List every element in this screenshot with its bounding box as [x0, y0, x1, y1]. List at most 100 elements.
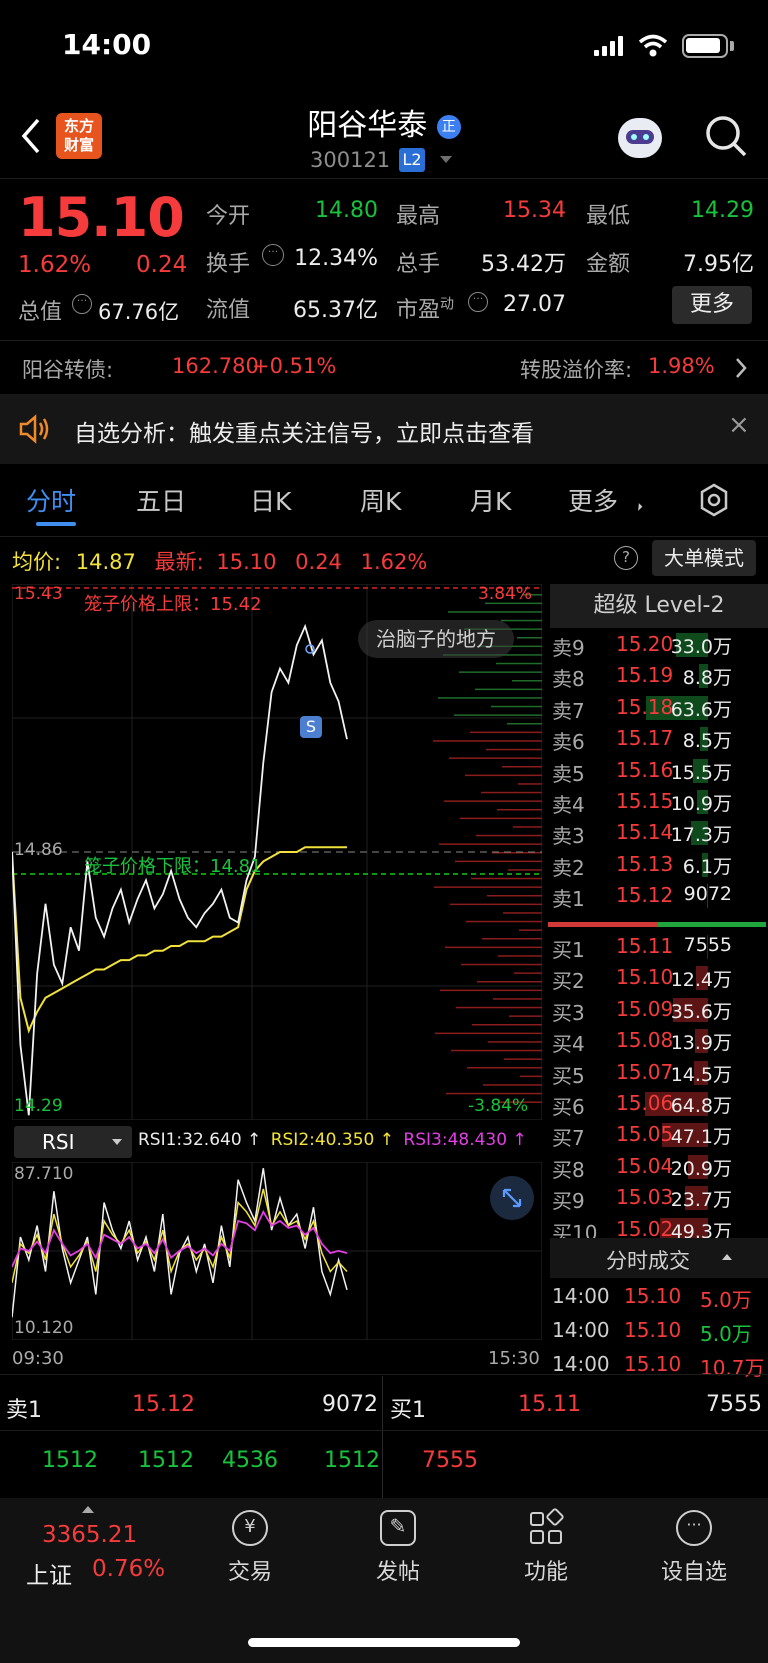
expand-icon[interactable]	[490, 1176, 534, 1220]
depth-bar	[471, 877, 542, 880]
help-icon[interactable]: ?	[614, 546, 638, 570]
level-volume: 10.9万	[670, 793, 732, 815]
stock-code: 300121	[310, 148, 391, 172]
low-label: 最低	[586, 204, 631, 229]
nav-post[interactable]: ✎ 发帖	[338, 1510, 458, 1586]
ask-row-5[interactable]: 卖5 15.16 15.5万	[550, 754, 768, 786]
depth-bar	[448, 611, 542, 613]
info-dots-icon[interactable]: ···	[468, 292, 488, 312]
search-icon[interactable]	[704, 114, 748, 158]
rsi-y-bottom: 10.120	[14, 1318, 74, 1338]
open-value: 14.80	[315, 198, 378, 223]
bond-price: 162.780	[172, 354, 259, 378]
ask-row-8[interactable]: 卖2 15.13 6.1万	[550, 848, 768, 880]
depth-bar	[434, 886, 542, 888]
depth-bar	[519, 929, 542, 931]
mktcap-value: 67.76亿	[98, 300, 180, 324]
bid-row-5[interactable]: 买5 15.07 14.5万	[550, 1056, 768, 1088]
tab-weekly-k[interactable]: 周K	[360, 482, 401, 518]
tick-volume: 5.0万	[700, 1322, 752, 1346]
float-label: 流值	[206, 298, 251, 323]
level-volume: 23.7万	[670, 1189, 732, 1212]
bid-row-3[interactable]: 买3 15.09 35.6万	[550, 993, 768, 1025]
rsi-chart[interactable]	[12, 1162, 542, 1340]
level-volume: 8.8万	[682, 667, 732, 690]
depth-bar	[507, 723, 542, 725]
signal-s-badge[interactable]: S	[300, 716, 322, 738]
rsi-selector[interactable]: RSI	[14, 1126, 132, 1158]
ask-row-3[interactable]: 卖7 15.18 63.6万	[550, 691, 768, 723]
tab-five-day[interactable]: 五日	[136, 482, 186, 518]
buy-order-1: 7555	[422, 1448, 478, 1473]
turnover-value: 12.34%	[294, 246, 378, 271]
level-volume: 64.8万	[670, 1095, 732, 1117]
amount-value: 7.95亿	[683, 252, 754, 277]
tick-time: 14:00	[552, 1352, 610, 1376]
bid-row-8[interactable]: 买8 15.04 20.9万	[550, 1150, 768, 1182]
close-icon[interactable]: ×	[728, 410, 750, 440]
tick-volume: 5.0万	[700, 1288, 752, 1312]
depth-bar	[487, 895, 542, 897]
ask-row-9[interactable]: 卖1 15.12 9072	[550, 879, 768, 911]
bid-row-1[interactable]: 买1 15.11 7555	[550, 930, 768, 962]
depth-bar	[472, 1024, 542, 1026]
edit-post-icon: ✎	[380, 1510, 416, 1546]
index-ticker[interactable]: 3365.21 上证 0.76%	[0, 1504, 176, 1589]
bond-label: 阳谷转债:	[22, 358, 114, 382]
ask-row-6[interactable]: 卖4 15.15 10.9万	[550, 785, 768, 817]
chevron-down-icon[interactable]	[440, 156, 452, 163]
depth-bar	[508, 869, 542, 871]
depth-bar	[459, 671, 542, 673]
tab-more[interactable]: 更多	[568, 482, 618, 518]
depth-bar	[456, 1006, 542, 1009]
depth-bar	[488, 1041, 542, 1043]
ticks-title-bar[interactable]: 分时成交	[550, 1238, 768, 1278]
queue-sell-price: 15.12	[132, 1392, 195, 1417]
info-dots-icon[interactable]: ···	[262, 244, 284, 266]
ask-row-7[interactable]: 卖3 15.14 17.3万	[550, 816, 768, 848]
bid-row-4[interactable]: 买4 15.08 13.9万	[550, 1024, 768, 1056]
notice-bar[interactable]: 自选分析：触发重点关注信号，立即点击查看 ×	[0, 394, 768, 464]
gear-icon[interactable]	[696, 482, 732, 518]
nav-trade[interactable]: ¥ 交易	[190, 1510, 310, 1586]
tab-monthly-k[interactable]: 月K	[470, 482, 511, 518]
lower-limit-label: 笼子价格下限：14.81	[84, 856, 262, 877]
depth-bar	[454, 714, 542, 716]
ask-row-2[interactable]: 卖8 15.19 8.8万	[550, 659, 768, 691]
nav-functions[interactable]: 功能	[486, 1507, 606, 1586]
speaker-icon	[19, 414, 49, 444]
nav-add-watchlist[interactable]: ··· 设自选	[634, 1510, 754, 1586]
level-volume: 63.6万	[670, 698, 732, 721]
status-time: 14:00	[62, 28, 152, 61]
level-volume: 7555	[683, 934, 732, 956]
level-volume: 17.3万	[670, 824, 732, 847]
level-label: 买7	[552, 1126, 585, 1151]
overlay-label[interactable]: 治脑子的地方	[358, 620, 514, 658]
tick-volume: 10.7万	[700, 1356, 765, 1380]
tab-intraday[interactable]: 分时	[26, 482, 76, 518]
level-label: 买8	[552, 1157, 585, 1182]
premium-label: 转股溢价率:	[520, 358, 633, 382]
depth-bar	[446, 1092, 542, 1095]
ask-row-4[interactable]: 卖6 15.17 8.5万	[550, 722, 768, 754]
orderbook-title[interactable]: 超级 Level-2	[550, 584, 768, 628]
robot-assistant-icon[interactable]	[618, 118, 662, 158]
chevron-up-icon	[82, 1506, 94, 1513]
large-order-mode-button[interactable]: 大单模式	[652, 540, 756, 576]
verified-tag-icon: 正	[436, 115, 461, 139]
tick-price: 15.10	[624, 1318, 682, 1342]
tab-daily-k[interactable]: 日K	[250, 482, 291, 518]
depth-bar	[465, 774, 542, 777]
bid-row-7[interactable]: 买7 15.05 47.1万	[550, 1118, 768, 1151]
amount-label: 金额	[586, 252, 631, 277]
ask-row-1[interactable]: 卖9 15.20 33.0万	[550, 628, 768, 660]
bid-row-9[interactable]: 买9 15.03 23.7万	[550, 1181, 768, 1213]
depth-bar	[461, 963, 542, 966]
info-dots-icon[interactable]: ···	[72, 294, 92, 314]
bid-row-2[interactable]: 买2 15.10 12.4万	[550, 961, 768, 993]
wifi-icon	[638, 34, 668, 57]
convertible-bond-row[interactable]: 阳谷转债: 162.780 +0.51% 转股溢价率: 1.98%	[0, 342, 768, 392]
bid-row-6[interactable]: 买6 15.06 64.8万	[550, 1087, 768, 1119]
pct-bottom-label: -3.84%	[468, 1096, 529, 1116]
more-button[interactable]: 更多	[672, 286, 752, 324]
